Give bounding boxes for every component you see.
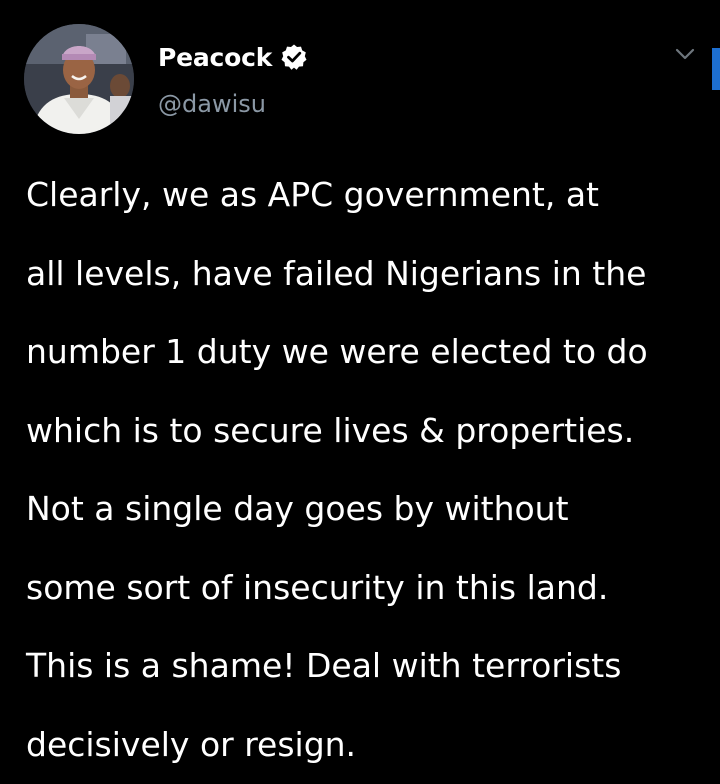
tweet-text: Clearly, we as APC government, at all le… — [26, 156, 706, 784]
tweet-card: Peacock @dawisu Clearly, we as APC gover… — [0, 0, 720, 772]
tweet-text-line: all levels, have failed Nigerians in the — [26, 235, 706, 314]
chevron-down-icon[interactable] — [674, 46, 696, 62]
tweet-text-line: number 1 duty we were elected to do — [26, 313, 706, 392]
verified-badge-icon — [280, 43, 308, 71]
avatar-image — [24, 24, 134, 134]
tweet-text-line: decisively or resign. — [26, 706, 706, 784]
author-avatar[interactable] — [24, 24, 134, 134]
scroll-indicator — [712, 48, 720, 90]
tweet-text-line: Not a single day goes by without — [26, 470, 706, 549]
tweet-text-line: Clearly, we as APC government, at — [26, 156, 706, 235]
tweet-text-line: This is a shame! Deal with terrorists — [26, 627, 706, 706]
tweet-text-line: some sort of insecurity in this land. — [26, 549, 706, 628]
tweet-text-line: which is to secure lives & properties. — [26, 392, 706, 471]
author-display-name[interactable]: Peacock — [158, 43, 272, 72]
author-name-row: Peacock — [158, 40, 308, 74]
author-handle[interactable]: @dawisu — [158, 90, 266, 118]
